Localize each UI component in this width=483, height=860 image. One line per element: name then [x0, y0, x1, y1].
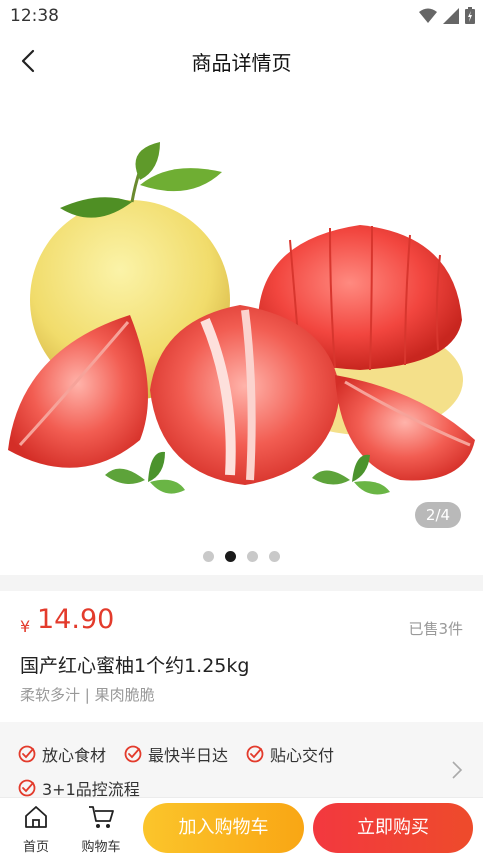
product-price: 14.90: [37, 604, 115, 635]
status-icons: [419, 7, 475, 24]
check-circle-icon: [124, 745, 142, 763]
buy-now-button[interactable]: 立即购买: [313, 803, 473, 853]
pomelo-product-image: [8, 142, 475, 495]
service-guarantees[interactable]: 放心食材 最快半日达 贴心交付 3+1品控流程: [0, 722, 483, 799]
wifi-icon: [419, 8, 437, 23]
cart-icon: [89, 806, 114, 828]
section-divider: [0, 575, 483, 591]
guarantee-item: 放心食材: [18, 742, 106, 766]
product-subtitle: 柔软多汁 | 果肉脆脆: [20, 686, 155, 704]
check-circle-icon: [18, 779, 36, 797]
tab-home[interactable]: 首页: [11, 804, 61, 855]
guarantee-label: 最快半日达: [148, 746, 229, 765]
guarantee-item: 最快半日达: [124, 742, 228, 766]
tab-cart-label: 购物车: [81, 840, 121, 855]
status-time: 12:38: [10, 6, 59, 26]
home-icon: [25, 806, 47, 828]
check-circle-icon: [246, 745, 264, 763]
chevron-right-icon[interactable]: [451, 760, 463, 780]
signal-icon: [443, 7, 459, 24]
carousel-dot-4[interactable]: [269, 551, 280, 562]
currency-symbol: ¥: [20, 617, 31, 636]
add-to-cart-button[interactable]: 加入购物车: [143, 803, 304, 853]
product-title: 国产红心蜜柚1个约1.25kg: [20, 655, 250, 677]
carousel-dot-2-active[interactable]: [225, 551, 236, 562]
check-circle-icon: [18, 745, 36, 763]
guarantee-item: 贴心交付: [246, 742, 334, 766]
product-gallery[interactable]: 2/4: [0, 90, 483, 545]
carousel-indicator: [0, 551, 483, 562]
status-bar: 12:38: [0, 0, 483, 32]
carousel-dot-3[interactable]: [247, 551, 258, 562]
nav-bar: 商品详情页: [0, 32, 483, 90]
tab-cart[interactable]: 购物车: [76, 804, 126, 855]
tab-home-label: 首页: [22, 840, 49, 855]
guarantee-label: 贴心交付: [270, 746, 335, 765]
bottom-action-bar: 首页 购物车 加入购物车 立即购买: [0, 797, 483, 860]
carousel-dot-1[interactable]: [203, 551, 214, 562]
image-page-counter: 2/4: [415, 502, 461, 528]
page-title: 商品详情页: [191, 51, 292, 75]
battery-icon: [465, 7, 475, 24]
sold-count: 已售3件: [408, 620, 463, 638]
guarantee-label: 放心食材: [42, 746, 107, 765]
price-row: ¥ 14.90 已售3件: [20, 604, 463, 644]
guarantee-row-1: 放心食材 最快半日达 贴心交付: [18, 742, 352, 766]
